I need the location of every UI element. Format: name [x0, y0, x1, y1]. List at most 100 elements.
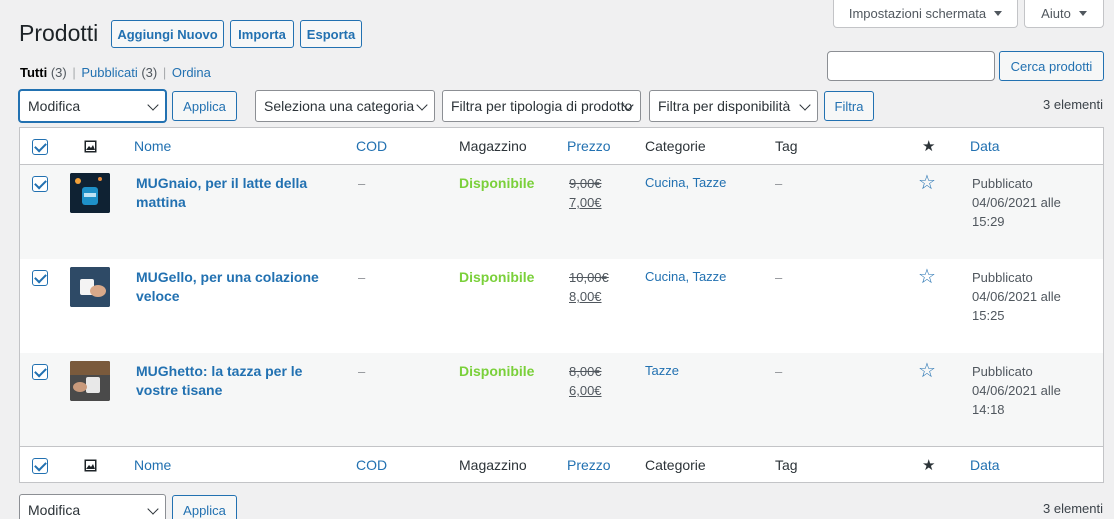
- column-tags-header: Tag: [775, 138, 798, 154]
- sale-price: 7,00€: [569, 195, 602, 210]
- select-all-checkbox[interactable]: [32, 458, 48, 474]
- bulk-action-select-bottom[interactable]: Modifica: [19, 494, 166, 519]
- page-title: Prodotti: [19, 20, 99, 46]
- filter-published-link[interactable]: Pubblicati: [81, 65, 137, 80]
- items-count-bottom: 3 elementi: [1043, 501, 1103, 516]
- publish-time: 15:29: [972, 214, 1005, 229]
- filter-published-count: (3): [141, 65, 158, 80]
- mug-hand-image: [70, 267, 110, 307]
- column-price-header[interactable]: Prezzo: [567, 138, 611, 154]
- screen-options-button[interactable]: Impostazioni schermata: [833, 0, 1018, 28]
- filter-button[interactable]: Filtra: [824, 91, 874, 121]
- column-categories-header: Categorie: [645, 457, 706, 473]
- category-select-value: Seleziona una categoria: [264, 98, 415, 114]
- mug-fuel-image: [70, 173, 110, 213]
- stock-status: Disponibile: [459, 269, 535, 285]
- regular-price: 10,00€: [569, 270, 609, 285]
- star-outline-icon[interactable]: ☆: [918, 173, 936, 193]
- mug-table-thumbnail[interactable]: [70, 361, 110, 401]
- regular-price: 9,00€: [569, 176, 602, 191]
- product-sku: –: [358, 270, 366, 285]
- category-select[interactable]: Seleziona una categoria: [255, 90, 435, 122]
- product-name-link[interactable]: MUGnaio, per il latte della mattina: [136, 174, 336, 212]
- product-price: 9,00€ 7,00€: [569, 174, 602, 212]
- table-row: MUGhetto: la tazza per le vostre tisane …: [20, 353, 1103, 447]
- column-date-header[interactable]: Data: [970, 457, 1000, 473]
- help-button[interactable]: Aiuto: [1024, 0, 1104, 28]
- column-sku-header[interactable]: COD: [356, 138, 387, 154]
- chevron-down-icon: [416, 99, 428, 111]
- column-price-header[interactable]: Prezzo: [567, 457, 611, 473]
- stock-status-value: Filtra per disponibilità: [658, 98, 791, 114]
- product-type-select[interactable]: Filtra per tipologia di prodotto: [442, 90, 641, 122]
- separator: |: [162, 65, 167, 80]
- mug-fuel-thumbnail[interactable]: [70, 173, 110, 213]
- mug-table-image: [70, 361, 110, 401]
- stock-status: Disponibile: [459, 363, 535, 379]
- bulk-action-value: Modifica: [28, 98, 81, 114]
- search-products-button[interactable]: Cerca prodotti: [999, 51, 1104, 81]
- stock-status: Disponibile: [459, 175, 535, 191]
- table-row: MUGnaio, per il latte della mattina – Di…: [20, 165, 1103, 259]
- mug-hand-thumbnail[interactable]: [70, 267, 110, 307]
- bulk-action-select[interactable]: Modifica: [19, 90, 166, 122]
- star-filled-icon: ★: [922, 138, 936, 155]
- product-date: Pubblicato 04/06/2021 alle 14:18: [972, 362, 1072, 419]
- select-all-checkbox[interactable]: [32, 139, 48, 155]
- export-button[interactable]: Esporta: [300, 20, 362, 48]
- filter-all-count: (3): [50, 65, 67, 80]
- column-name-header[interactable]: Nome: [134, 457, 171, 473]
- publish-date: 04/06/2021 alle: [972, 383, 1061, 398]
- apply-button[interactable]: Applica: [172, 91, 237, 121]
- product-sku: –: [358, 176, 366, 191]
- product-tags: –: [775, 364, 783, 379]
- row-checkbox[interactable]: [32, 176, 48, 192]
- table-row: MUGello, per una colazione veloce – Disp…: [20, 259, 1103, 353]
- product-date: Pubblicato 04/06/2021 alle 15:25: [972, 268, 1072, 325]
- product-price: 8,00€ 6,00€: [569, 362, 602, 400]
- column-stock-header: Magazzino: [459, 457, 527, 473]
- publish-status: Pubblicato: [972, 364, 1033, 379]
- add-new-button[interactable]: Aggiungi Nuovo: [111, 20, 224, 48]
- publish-status: Pubblicato: [972, 176, 1033, 191]
- column-date-header[interactable]: Data: [970, 138, 1000, 154]
- row-checkbox[interactable]: [32, 364, 48, 380]
- product-categories-link[interactable]: Tazze: [645, 363, 679, 378]
- star-outline-icon[interactable]: ☆: [918, 361, 936, 381]
- product-sku: –: [358, 364, 366, 379]
- column-stock-header: Magazzino: [459, 138, 527, 154]
- sort-link[interactable]: Ordina: [172, 65, 211, 80]
- table-header: Nome COD Magazzino Prezzo Categorie Tag …: [20, 128, 1103, 165]
- stock-status-select[interactable]: Filtra per disponibilità: [649, 90, 818, 122]
- status-filter-links: Tutti (3) | Pubblicati (3) | Ordina: [20, 65, 211, 80]
- product-name-link[interactable]: MUGello, per una colazione veloce: [136, 268, 336, 306]
- help-label: Aiuto: [1041, 6, 1071, 21]
- publish-status: Pubblicato: [972, 270, 1033, 285]
- image-icon: [84, 140, 97, 153]
- chevron-down-icon: [147, 503, 159, 515]
- product-price: 10,00€ 8,00€: [569, 268, 609, 306]
- product-categories-link[interactable]: Cucina, Tazze: [645, 269, 726, 284]
- column-categories-header: Categorie: [645, 138, 706, 154]
- filter-all-link[interactable]: Tutti: [20, 65, 47, 80]
- publish-date: 04/06/2021 alle: [972, 195, 1061, 210]
- row-checkbox[interactable]: [32, 270, 48, 286]
- column-sku-header[interactable]: COD: [356, 457, 387, 473]
- product-date: Pubblicato 04/06/2021 alle 15:29: [972, 174, 1072, 231]
- publish-time: 15:25: [972, 308, 1005, 323]
- star-outline-icon[interactable]: ☆: [918, 267, 936, 287]
- product-tags: –: [775, 176, 783, 191]
- chevron-down-icon: [147, 99, 159, 111]
- product-categories-link[interactable]: Cucina, Tazze: [645, 175, 726, 190]
- column-name-header[interactable]: Nome: [134, 138, 171, 154]
- bulk-action-value: Modifica: [28, 502, 81, 518]
- publish-date: 04/06/2021 alle: [972, 289, 1061, 304]
- column-tags-header: Tag: [775, 457, 798, 473]
- apply-button-bottom[interactable]: Applica: [172, 495, 237, 519]
- search-input[interactable]: [827, 51, 995, 81]
- image-icon: [84, 459, 97, 472]
- import-button[interactable]: Importa: [230, 20, 294, 48]
- product-name-link[interactable]: MUGhetto: la tazza per le vostre tisane: [136, 362, 336, 400]
- sale-price: 6,00€: [569, 383, 602, 398]
- publish-time: 14:18: [972, 402, 1005, 417]
